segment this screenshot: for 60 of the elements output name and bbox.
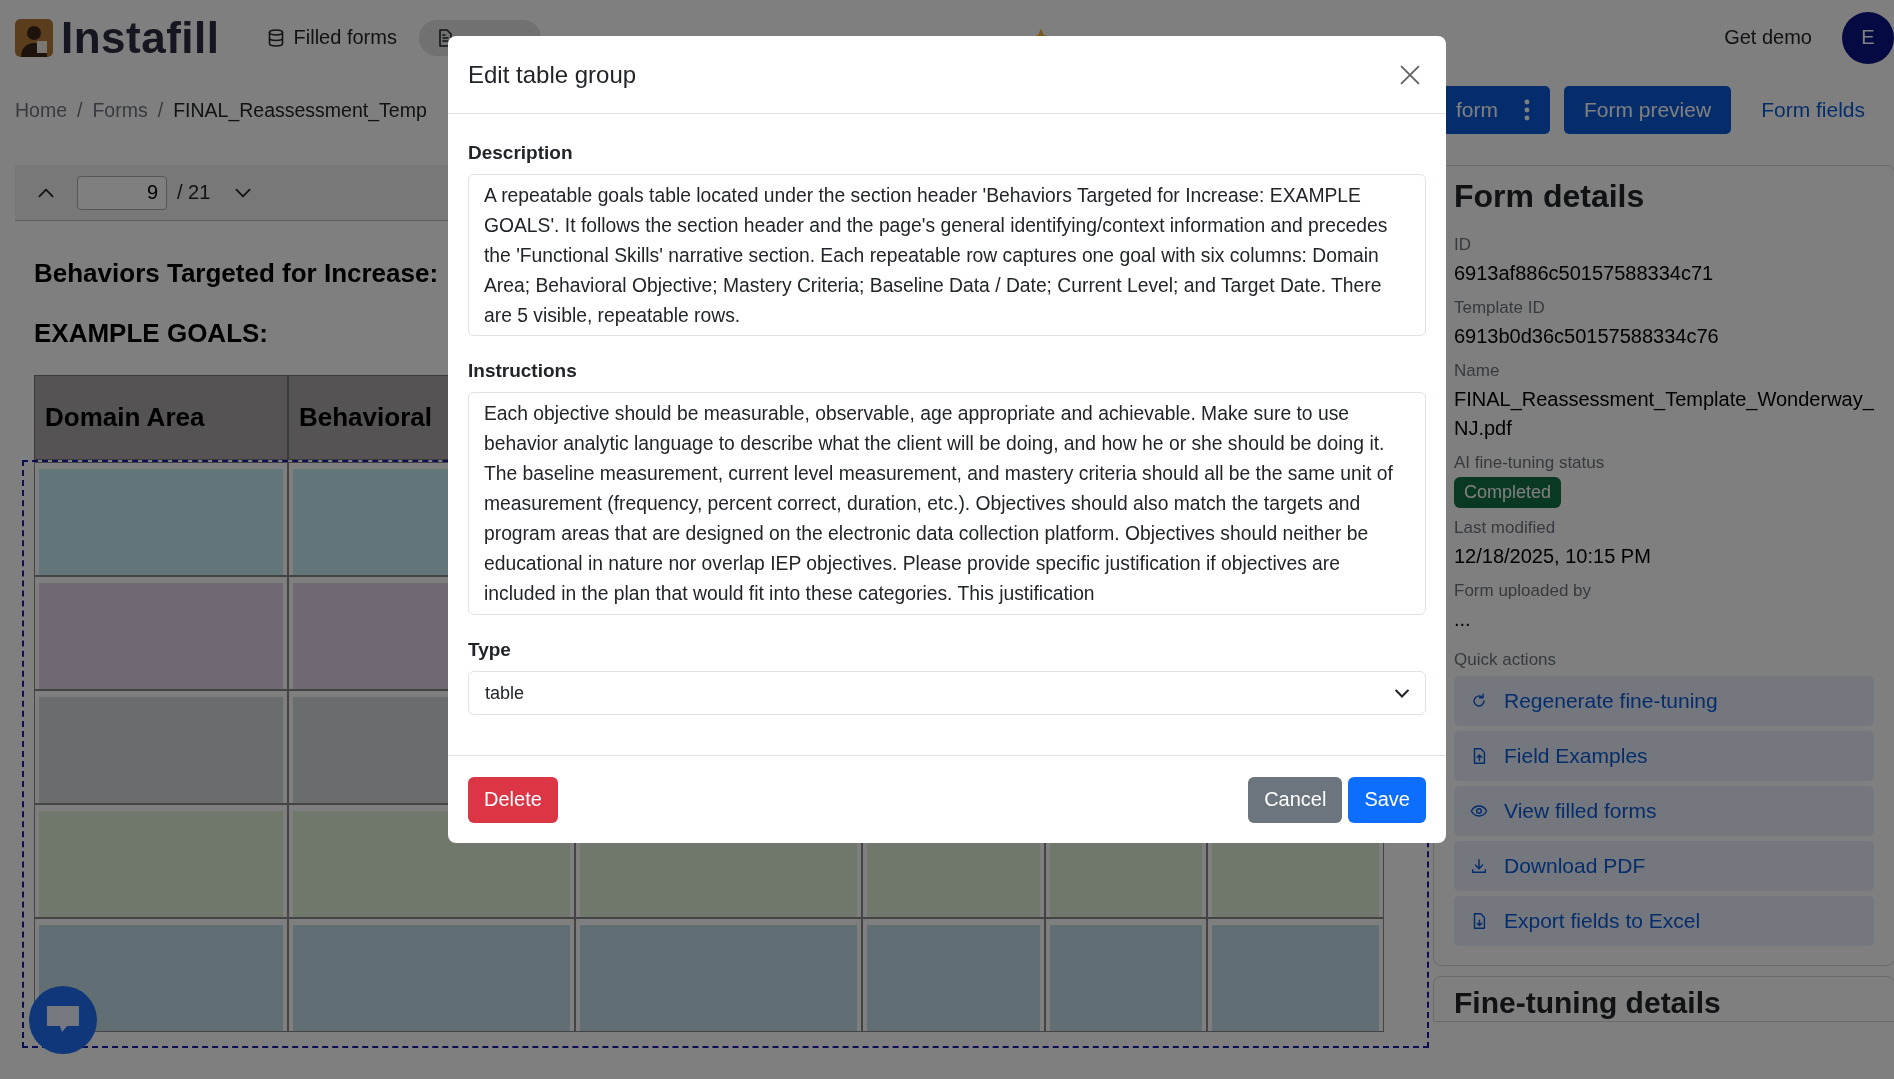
more-icon [1523,99,1530,121]
dialog-title: Edit table group [468,60,637,89]
form-preview-button[interactable]: Form preview [1563,86,1732,134]
field-label: ID [1454,235,1472,255]
caret-icon [1395,688,1409,698]
field-value: ... [1454,607,1472,632]
quick-action-button[interactable]: Export fields to Excel [1454,896,1874,946]
user-avatar[interactable]: E [1842,11,1894,64]
field-label: Form uploaded by [1454,581,1593,601]
field-label: Name [1454,361,1501,381]
field-area[interactable] [293,925,570,1031]
field-label: Description [468,142,574,164]
field-area[interactable] [39,469,283,575]
quick-action-button[interactable]: Download PDF [1454,841,1874,891]
section-heading: Behaviors Targeted for Increase: [34,256,439,290]
field-label: Last modified [1454,518,1557,538]
field-value: 12/18/2025, 10:15 PM [1454,544,1652,569]
field-label: Quick actions [1454,650,1558,670]
quick-action-button[interactable]: View filled forms [1454,786,1874,836]
field-label: Template ID [1454,298,1546,318]
text-area[interactable]: Each objective should be measurable, observable, age appropriate and achievable. Make sure to use behavior analytic language to describe what the client will be doing, and how he or she should be doing it. The baseline measurement, current level measurement, and mastery criteria should all be the same unit of measurement (frequency, percent correct, duration, etc.). Objectives should also match the targets and program areas that are designed on the electronic data collection platform. Objectives should neither be educational in nature nor overlap IEP objectives. Please provide specific justification if objectives are included in the plan that would fit into these categories. This justification [468,392,1426,615]
form-fields-link[interactable]: Form fields [1745,98,1879,122]
text-area[interactable]: A repeatable goals table located under the section header 'Behaviors Targeted for Increase: EXAMPLE GOALS'. It follows the section header and the page's general identifying/context information and precedes the 'Functional Skills' narrative section. Each repeatable row captures one goal with six columns: Domain Area; Behavioral Objective; Mastery Criteria; Baseline Data / Date; Current Level; and Target Date. There are 5 visible, repeatable rows. [468,174,1426,336]
status-badge: Completed [1454,477,1562,508]
brand-name[interactable]: Instafill [61,12,220,63]
type-select[interactable]: table [468,671,1426,715]
logo-icon [15,18,53,57]
quick-action-button[interactable]: Regenerate fine-tuning [1454,676,1874,726]
column-header: Domain Area [34,375,288,460]
field-area[interactable] [1212,925,1379,1031]
save-button[interactable]: Save [1348,776,1426,823]
quick-action-button[interactable]: Field Examples [1454,731,1874,781]
breadcrumb-item[interactable]: Forms [92,98,148,122]
card-title: Form details [1454,178,1646,215]
field-label: Type [468,639,512,661]
breadcrumb-item[interactable]: FINAL_Reassessment_Temp [173,98,427,122]
card-title: Fine-tuning details [1454,985,1722,1021]
breadcrumb-item[interactable]: Home [15,98,68,122]
download-icon [1470,857,1488,875]
cancel-button[interactable]: Cancel [1248,776,1343,823]
field-area[interactable] [1050,925,1202,1031]
section-heading: EXAMPLE GOALS: [34,316,268,350]
field-value: 6913af886c50157588334c71 [1454,261,1715,286]
page-number-field[interactable]: 9 [77,175,167,210]
field-area[interactable] [580,925,857,1031]
refresh-icon [1470,692,1488,710]
field-area[interactable] [39,811,283,917]
delete-button[interactable]: Delete [468,776,558,823]
field-area[interactable] [39,697,283,803]
page-total: / 21 [177,181,211,204]
eye-icon [1470,802,1488,820]
nav-link[interactable]: Filled forms [249,18,413,57]
field-area[interactable] [39,583,283,689]
field-value: 6913b0d36c50157588334c76 [1454,324,1720,349]
breadcrumb-separator: / [157,98,164,122]
get-demo-link[interactable]: Get demo [1724,26,1812,49]
field-value: FINAL_Reassessment_Template_Wonderway_NJ.pdf [1454,387,1874,441]
breadcrumb-separator: / [77,98,83,122]
field-area[interactable] [867,925,1040,1031]
field-label: AI fine-tuning status [1454,453,1606,473]
